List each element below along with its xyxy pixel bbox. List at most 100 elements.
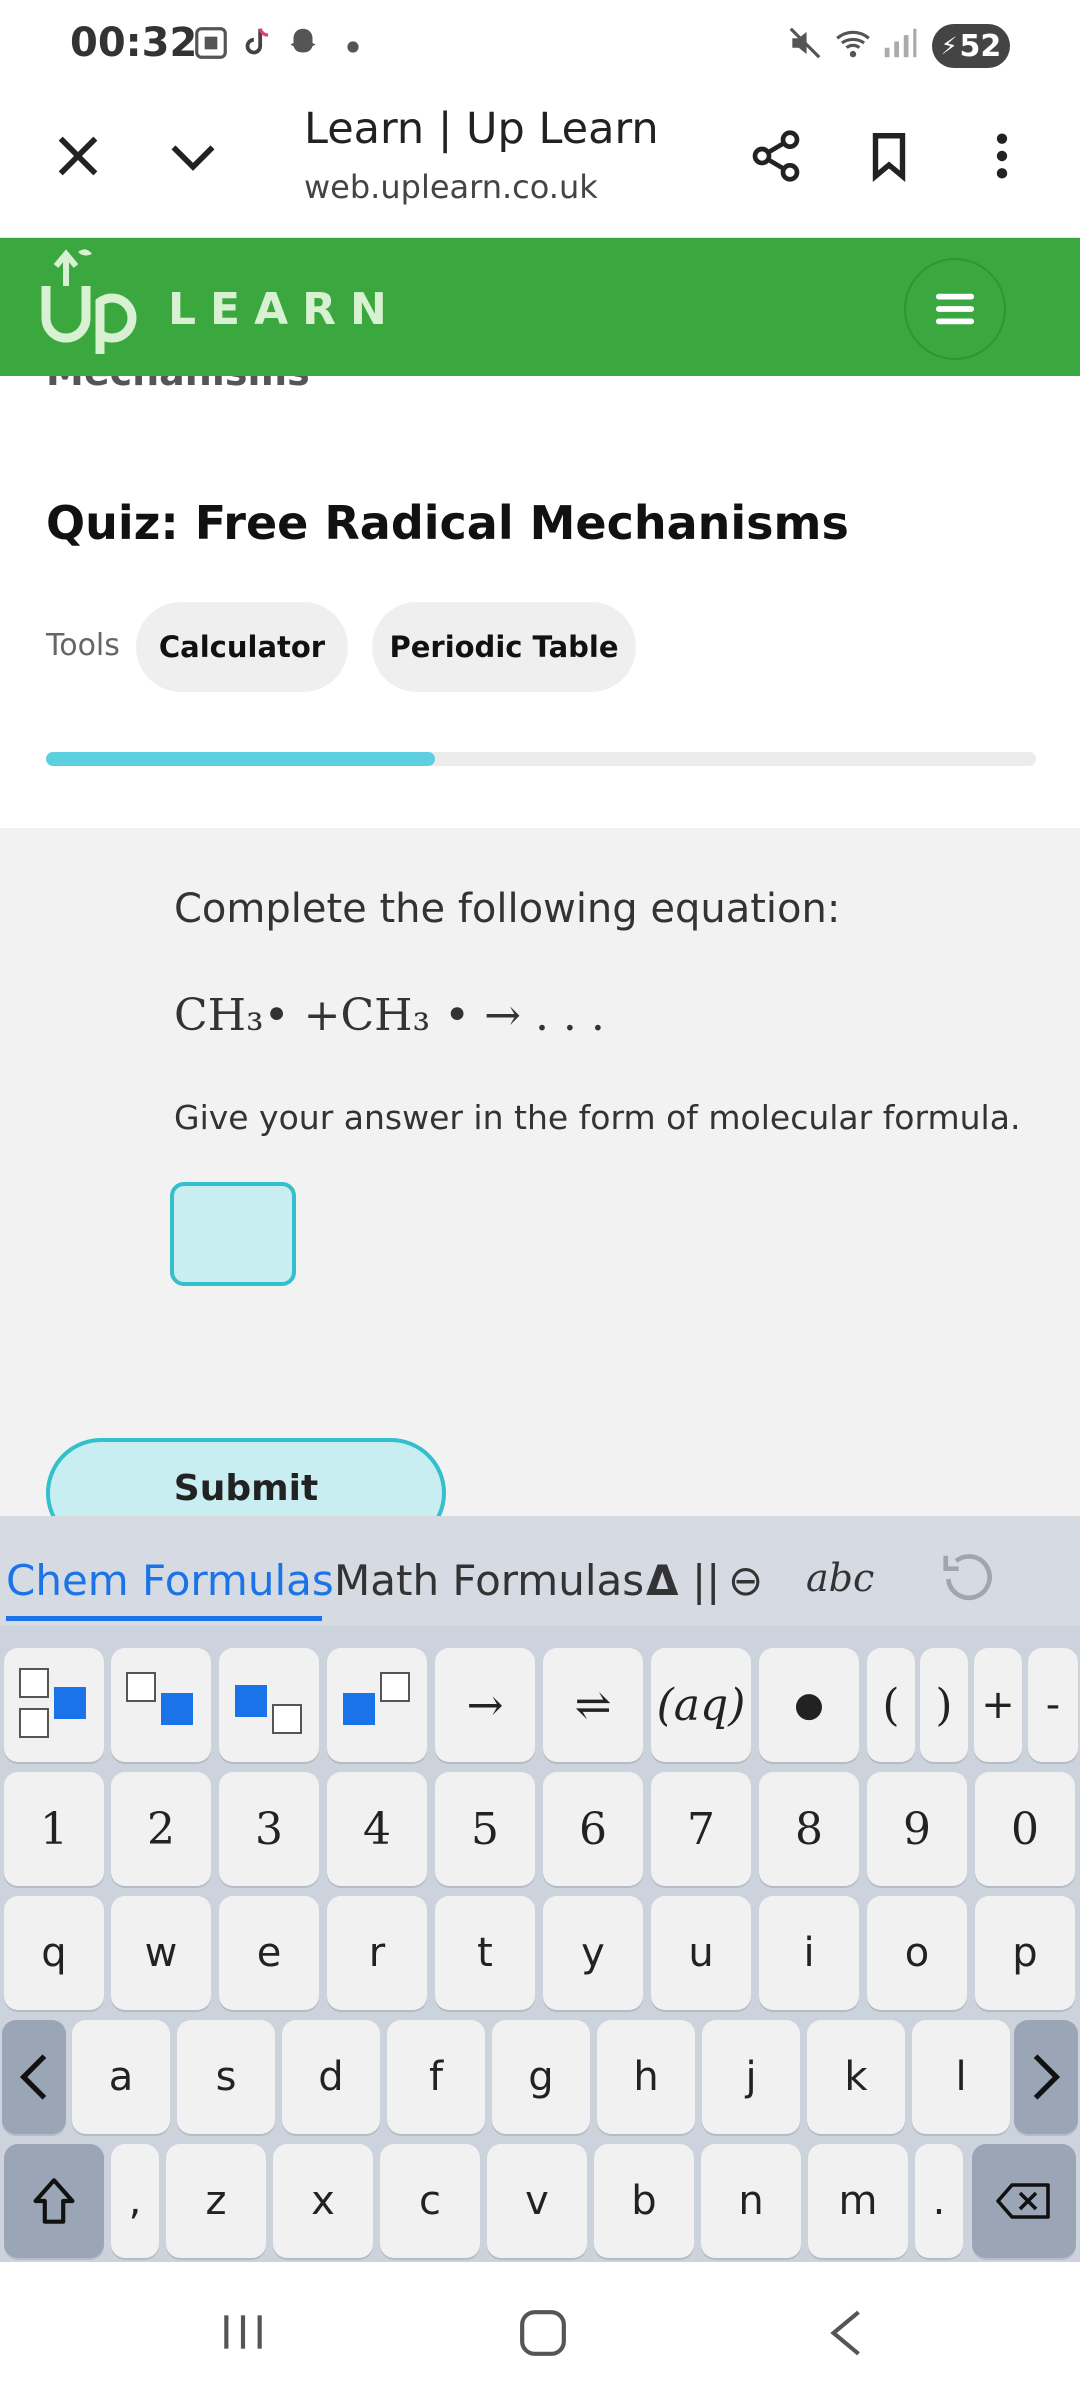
key-e[interactable]: e: [219, 1896, 319, 2010]
chevron-left-icon: [19, 2054, 47, 2100]
key-r[interactable]: r: [327, 1896, 427, 2010]
key-9[interactable]: 9: [867, 1772, 967, 1886]
progress-bar: [46, 752, 1036, 766]
progress-fill: [46, 752, 436, 766]
key-w[interactable]: w: [111, 1896, 211, 2010]
key-radical-dot[interactable]: ●: [759, 1648, 859, 1762]
key-7[interactable]: 7: [651, 1772, 751, 1886]
key-cursor-left[interactable]: [2, 2020, 66, 2134]
key-t[interactable]: t: [435, 1896, 535, 2010]
pre-superscript-template-icon: [126, 1672, 193, 1725]
key-s[interactable]: s: [177, 2020, 275, 2134]
pre-script-template-icon: [19, 1668, 86, 1738]
page-url[interactable]: web.uplearn.co.uk: [304, 168, 598, 206]
key-shift[interactable]: [4, 2144, 104, 2258]
key-1[interactable]: 1: [4, 1772, 104, 1886]
close-icon[interactable]: [52, 130, 104, 182]
key-z[interactable]: z: [166, 2144, 266, 2258]
key-equilibrium[interactable]: ⇌: [543, 1648, 643, 1762]
share-icon[interactable]: [748, 126, 804, 186]
key-subscript-template[interactable]: [219, 1648, 319, 1762]
key-8[interactable]: 8: [759, 1772, 859, 1886]
mute-icon: [789, 27, 821, 59]
key-close-paren[interactable]: ): [920, 1648, 968, 1762]
periodic-table-button[interactable]: Periodic Table: [372, 602, 636, 692]
key-6[interactable]: 6: [543, 1772, 643, 1886]
key-plus[interactable]: +: [974, 1648, 1022, 1762]
key-arrow[interactable]: →: [435, 1648, 535, 1762]
tab-standard-state[interactable]: ⊖: [728, 1556, 763, 1605]
tab-parallel[interactable]: ||: [692, 1556, 720, 1605]
key-pre-sup-template[interactable]: [111, 1648, 211, 1762]
key-4[interactable]: 4: [327, 1772, 427, 1886]
key-3[interactable]: 3: [219, 1772, 319, 1886]
key-period[interactable]: .: [915, 2144, 963, 2258]
key-y[interactable]: y: [543, 1896, 643, 2010]
key-comma[interactable]: ,: [111, 2144, 159, 2258]
key-l[interactable]: l: [912, 2020, 1010, 2134]
key-u[interactable]: u: [651, 1896, 751, 2010]
tab-delta[interactable]: Δ: [646, 1556, 679, 1605]
key-open-paren[interactable]: (: [867, 1648, 915, 1762]
backspace-icon: [996, 2183, 1050, 2219]
key-aqueous[interactable]: (aq): [651, 1648, 751, 1762]
logo-text: LEARN: [168, 284, 401, 335]
more-vertical-icon[interactable]: [976, 126, 1028, 186]
key-0[interactable]: 0: [975, 1772, 1075, 1886]
hamburger-icon: [935, 293, 975, 325]
bookmark-icon[interactable]: [862, 126, 916, 186]
snapchat-icon: [290, 28, 316, 53]
key-p[interactable]: p: [975, 1896, 1075, 2010]
key-c[interactable]: c: [380, 2144, 480, 2258]
wifi-icon: [836, 30, 870, 58]
superscript-template-icon: [343, 1672, 410, 1725]
tab-math-formulas[interactable]: Math Formulas: [334, 1556, 644, 1605]
key-x[interactable]: x: [273, 2144, 373, 2258]
key-backspace[interactable]: [972, 2144, 1076, 2258]
answer-input[interactable]: [170, 1182, 296, 1286]
home-icon[interactable]: [518, 2308, 568, 2358]
key-a[interactable]: a: [72, 2020, 170, 2134]
question-hint: Give your answer in the form of molecula…: [174, 1098, 1021, 1137]
key-d[interactable]: d: [282, 2020, 380, 2134]
key-n[interactable]: n: [701, 2144, 801, 2258]
key-cursor-right[interactable]: [1014, 2020, 1078, 2134]
recent-apps-icon[interactable]: [218, 2310, 268, 2354]
up-learn-logo-icon[interactable]: [38, 246, 146, 358]
key-o[interactable]: o: [867, 1896, 967, 2010]
key-k[interactable]: k: [807, 2020, 905, 2134]
key-pre-sub-sup-template[interactable]: [4, 1648, 104, 1762]
key-superscript-template[interactable]: [327, 1648, 427, 1762]
signal-icon: [884, 28, 917, 58]
battery-level: 52: [959, 28, 1002, 64]
tools-label: Tools: [46, 628, 120, 663]
key-b[interactable]: b: [594, 2144, 694, 2258]
chevron-down-icon[interactable]: [164, 130, 222, 182]
chevron-right-icon: [1033, 2054, 1061, 2100]
key-j[interactable]: j: [702, 2020, 800, 2134]
undo-icon[interactable]: [938, 1548, 1000, 1610]
menu-button[interactable]: [904, 258, 1006, 360]
tiktok-icon: [245, 28, 269, 55]
shift-arrow-icon: [33, 2178, 75, 2224]
tab-abc[interactable]: abc: [806, 1556, 874, 1600]
key-q[interactable]: q: [4, 1896, 104, 2010]
key-m[interactable]: m: [808, 2144, 908, 2258]
key-5[interactable]: 5: [435, 1772, 535, 1886]
question-instruction: Complete the following equation:: [174, 886, 841, 932]
page-title: Learn | Up Learn: [304, 104, 659, 154]
screenshot-icon: [195, 27, 227, 59]
key-f[interactable]: f: [387, 2020, 485, 2134]
subscript-template-icon: [235, 1685, 302, 1734]
key-2[interactable]: 2: [111, 1772, 211, 1886]
key-v[interactable]: v: [487, 2144, 587, 2258]
key-h[interactable]: h: [597, 2020, 695, 2134]
tab-chem-formulas[interactable]: Chem Formulas: [6, 1556, 334, 1605]
key-g[interactable]: g: [492, 2020, 590, 2134]
calculator-button[interactable]: Calculator: [136, 602, 348, 692]
quiz-title: Quiz: Free Radical Mechanisms: [46, 496, 849, 550]
status-time: 00:32: [70, 20, 198, 66]
key-minus[interactable]: -: [1028, 1648, 1078, 1762]
key-i[interactable]: i: [759, 1896, 859, 2010]
back-icon[interactable]: [824, 2308, 868, 2358]
